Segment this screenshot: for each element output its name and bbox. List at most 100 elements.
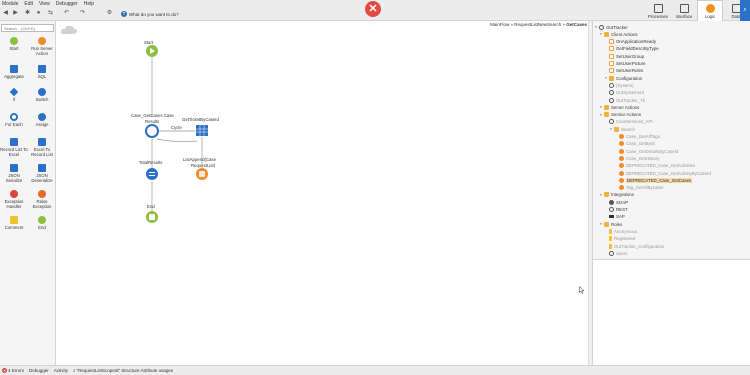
tree-item-label: OutTracker xyxy=(606,24,628,30)
activity-tab[interactable]: Activity xyxy=(54,368,68,373)
tool-assign[interactable]: Assign xyxy=(28,113,56,127)
folder-icon xyxy=(609,75,614,81)
tool-if[interactable]: If xyxy=(0,87,28,102)
tool-switch[interactable]: Switch xyxy=(28,88,56,102)
json-serialize-icon xyxy=(10,164,18,172)
client-action-icon xyxy=(609,46,614,52)
help-icon: ? xyxy=(121,11,127,17)
forward-icon[interactable]: ▶ xyxy=(12,10,19,17)
assign-node[interactable] xyxy=(146,168,158,180)
tree-item-label: Users xyxy=(616,250,628,256)
redo-icon[interactable]: ↷ xyxy=(79,10,86,17)
tree-item-label: OutTracker_Th xyxy=(616,97,646,103)
tool-aggregate[interactable]: Aggregate xyxy=(0,65,28,79)
folder-icon xyxy=(604,112,609,118)
role-icon xyxy=(609,228,612,234)
tool-excel-to-record-list[interactable]: Excel To Record List xyxy=(28,138,56,157)
search-results-tab[interactable]: ⌕ "RequestListScopeId" Structure Attribut… xyxy=(73,368,173,373)
flow-diagram xyxy=(145,45,208,223)
merge-icon[interactable]: ⇆ xyxy=(47,10,54,17)
tab-interface[interactable]: Interface xyxy=(671,0,697,21)
tree-item-label: Case_GetHistory xyxy=(626,155,660,161)
tool-sql[interactable]: SQL xyxy=(28,65,56,79)
end-label: End xyxy=(147,204,155,209)
tool-label: JSON Deserialize xyxy=(31,173,53,183)
dependency-icon xyxy=(609,119,614,125)
activity-label: Activity xyxy=(53,368,69,373)
tool-label: Assign xyxy=(35,122,49,127)
module-icon xyxy=(599,24,604,30)
back-icon[interactable]: ◀ xyxy=(2,10,9,17)
toolbox: Start Run Server Action Aggregate SQL If… xyxy=(0,21,56,365)
logic-tree: ▾ OutTracker ▾ Client Actions OnApplicationR… xyxy=(592,21,750,259)
tool-json-serialize[interactable]: JSON Serialize xyxy=(0,164,28,183)
debugger-tab[interactable]: Debugger xyxy=(29,368,49,373)
tree-item-label: CaseServices_API xyxy=(616,119,653,125)
role-icon xyxy=(609,236,612,242)
aggregate-icon xyxy=(10,65,18,73)
folder-icon xyxy=(604,192,609,198)
tool-end[interactable]: End xyxy=(28,216,56,230)
tool-label: JSON Serialize xyxy=(5,173,23,183)
search-button[interactable]: ⌕ xyxy=(740,0,750,21)
layer-tabs: Processes Interface Logic Data xyxy=(645,0,749,21)
end-icon xyxy=(38,216,46,224)
service-action-icon xyxy=(619,163,624,169)
menu-view[interactable]: View xyxy=(39,1,50,7)
folder-icon xyxy=(604,31,609,37)
tree-item[interactable]: Users xyxy=(605,249,627,257)
folder-icon xyxy=(604,221,609,227)
dependency-icon xyxy=(609,97,614,103)
menu-help[interactable]: Help xyxy=(84,1,94,7)
publish-icon[interactable]: ✱ xyxy=(24,10,31,17)
tool-run-server-action[interactable]: Run Server Action xyxy=(28,37,56,56)
undo-icon[interactable]: ↶ xyxy=(63,10,70,17)
tool-label: Record List To Excel xyxy=(0,147,28,157)
errors-tab[interactable]: ✕ 4 Errors xyxy=(0,368,24,373)
search-icon: ⌕ xyxy=(743,7,747,13)
connector-loop[interactable] xyxy=(156,138,198,143)
debugger-label: Debugger xyxy=(29,368,49,373)
tool-json-deserialize[interactable]: JSON Deserialize xyxy=(28,164,56,183)
tree-item-label: Case_GetAllTags xyxy=(626,134,660,139)
menu-module[interactable]: Module xyxy=(2,1,18,7)
excel-to-record-list-icon xyxy=(38,138,46,146)
tool-label: Raise Exception xyxy=(32,199,52,209)
tree-item-label: SOAP xyxy=(616,199,629,205)
tool-start[interactable]: Start xyxy=(0,37,28,51)
tree-item-label: Case_GetById xyxy=(626,141,655,147)
error-icon: ✕ xyxy=(2,368,7,373)
tree-item-label: DEPRECATED_Case_GetActivityByCaseId xyxy=(626,170,711,176)
tree-item-label: SetUserPicture xyxy=(616,61,646,66)
manage-icon[interactable]: ⚙ xyxy=(106,10,113,17)
tab-logic[interactable]: Logic xyxy=(697,0,723,21)
dependency-icon xyxy=(609,250,614,256)
aggregate-label-1: Case_GetCases.Case xyxy=(131,113,174,118)
folder-icon xyxy=(604,104,609,110)
tree-item-label: OutTracker_Configuration xyxy=(614,243,665,249)
dependency-icon xyxy=(609,82,614,88)
toolbox-search-input[interactable] xyxy=(1,24,54,32)
processes-icon xyxy=(653,4,663,13)
debug-icon[interactable]: ● xyxy=(35,10,42,17)
for-each-node[interactable] xyxy=(145,124,159,138)
tab-processes[interactable]: Processes xyxy=(645,0,671,21)
menu-debugger[interactable]: Debugger xyxy=(56,1,78,7)
exception-handler-icon xyxy=(10,190,18,198)
what-do-you-want-to-do[interactable]: ? What do you want to do? xyxy=(121,10,179,18)
tool-comment[interactable]: Comment xyxy=(0,216,28,230)
role-icon xyxy=(609,243,612,249)
service-action-icon xyxy=(619,155,624,161)
tool-exception-handler[interactable]: Exception Handler xyxy=(0,190,28,209)
close-button[interactable]: ✕ xyxy=(365,1,381,17)
tree-item-label: (System) xyxy=(616,82,634,88)
tool-raise-exception[interactable]: Raise Exception xyxy=(28,190,56,209)
tool-for-each[interactable]: For Each xyxy=(0,113,28,127)
tool-record-list-to-excel[interactable]: Record List To Excel xyxy=(0,138,28,157)
aggregate-node[interactable] xyxy=(196,125,208,136)
menu-edit[interactable]: Edit xyxy=(24,1,33,7)
service-action-icon xyxy=(619,185,624,191)
tool-label: For Each xyxy=(5,122,23,127)
search-results-label: "RequestListScopeId" Structure Attribute… xyxy=(76,368,174,373)
tree-item-label: Anonymous xyxy=(614,228,638,234)
